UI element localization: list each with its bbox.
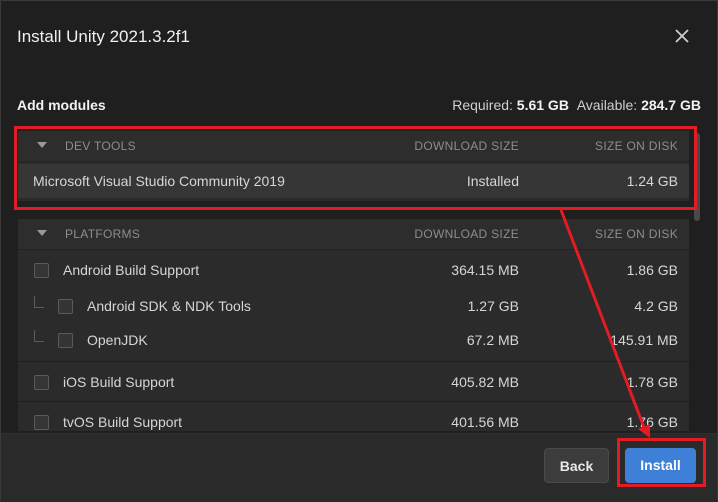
install-dialog: Install Unity 2021.3.2f1 Add modules Req…	[0, 0, 718, 502]
collapse-triangle-icon[interactable]	[37, 230, 47, 236]
platforms-title: PLATFORMS	[65, 227, 141, 241]
module-name: Android SDK & NDK Tools	[87, 298, 251, 314]
platforms-section: PLATFORMS DOWNLOAD SIZE SIZE ON DISK And…	[18, 219, 689, 431]
back-button[interactable]: Back	[544, 448, 609, 483]
required-label: Required:	[452, 97, 513, 113]
download-size-column-header: DOWNLOAD SIZE	[414, 227, 519, 241]
dialog-footer	[1, 433, 717, 502]
tvos-build-support-checkbox[interactable]	[34, 415, 49, 430]
module-disk-size: 1.76 GB	[626, 414, 678, 430]
module-row-visual-studio[interactable]: Microsoft Visual Studio Community 2019 I…	[18, 164, 689, 198]
dialog-title: Install Unity 2021.3.2f1	[17, 27, 190, 46]
module-download-size: 364.15 MB	[451, 262, 519, 278]
android-sdk-ndk-checkbox[interactable]	[58, 299, 73, 314]
module-row-tvos[interactable]: tvOS Build Support 401.56 MB 1.76 GB	[18, 405, 689, 431]
add-modules-heading: Add modules	[17, 97, 106, 113]
dev-tools-header[interactable]: DEV TOOLS DOWNLOAD SIZE SIZE ON DISK	[18, 131, 689, 162]
module-download-size: 67.2 MB	[466, 332, 519, 348]
module-disk-size: 1.78 GB	[626, 374, 678, 390]
openjdk-checkbox[interactable]	[58, 333, 73, 348]
required-value: 5.61 GB	[516, 97, 569, 113]
module-row-android-sdk[interactable]: Android SDK & NDK Tools 1.27 GB 4.2 GB	[18, 289, 689, 323]
platforms-header[interactable]: PLATFORMS DOWNLOAD SIZE SIZE ON DISK	[18, 219, 689, 250]
module-disk-size: 4.2 GB	[634, 298, 678, 314]
module-disk-size: 1.24 GB	[626, 173, 678, 189]
install-button[interactable]: Install	[625, 448, 696, 483]
module-download-size: 401.56 MB	[451, 414, 519, 430]
ios-build-support-checkbox[interactable]	[34, 375, 49, 390]
row-divider	[18, 361, 689, 362]
module-name: tvOS Build Support	[63, 414, 183, 430]
tree-connector	[34, 296, 44, 308]
size-on-disk-column-header: SIZE ON DISK	[595, 139, 678, 153]
module-row-openjdk[interactable]: OpenJDK 67.2 MB 145.91 MB	[18, 323, 689, 357]
row-divider	[18, 401, 689, 402]
collapse-triangle-icon[interactable]	[37, 142, 47, 148]
module-name: Microsoft Visual Studio Community 2019	[33, 173, 285, 189]
module-row-android[interactable]: Android Build Support 364.15 MB 1.86 GB	[18, 253, 689, 287]
module-name: iOS Build Support	[63, 374, 175, 390]
close-icon[interactable]	[671, 25, 693, 47]
module-download-size: 405.82 MB	[451, 374, 519, 390]
module-download-size: Installed	[466, 173, 519, 189]
scrollbar-thumb[interactable]	[694, 133, 700, 221]
size-on-disk-column-header: SIZE ON DISK	[595, 227, 678, 241]
module-disk-size: 145.91 MB	[610, 332, 678, 348]
download-size-column-header: DOWNLOAD SIZE	[414, 139, 519, 153]
dev-tools-title: DEV TOOLS	[65, 139, 136, 153]
tree-connector	[34, 330, 44, 342]
module-name: OpenJDK	[87, 332, 148, 348]
disk-space-info: Required: 5.61 GB Available: 284.7 GB	[452, 97, 701, 113]
module-disk-size: 1.86 GB	[626, 262, 678, 278]
available-value: 284.7 GB	[641, 97, 701, 113]
android-build-support-checkbox[interactable]	[34, 263, 49, 278]
available-label: Available:	[576, 97, 638, 113]
module-name: Android Build Support	[63, 262, 200, 278]
module-download-size: 1.27 GB	[467, 298, 519, 314]
dev-tools-section: DEV TOOLS DOWNLOAD SIZE SIZE ON DISK Mic…	[18, 131, 689, 201]
module-row-ios[interactable]: iOS Build Support 405.82 MB 1.78 GB	[18, 365, 689, 399]
